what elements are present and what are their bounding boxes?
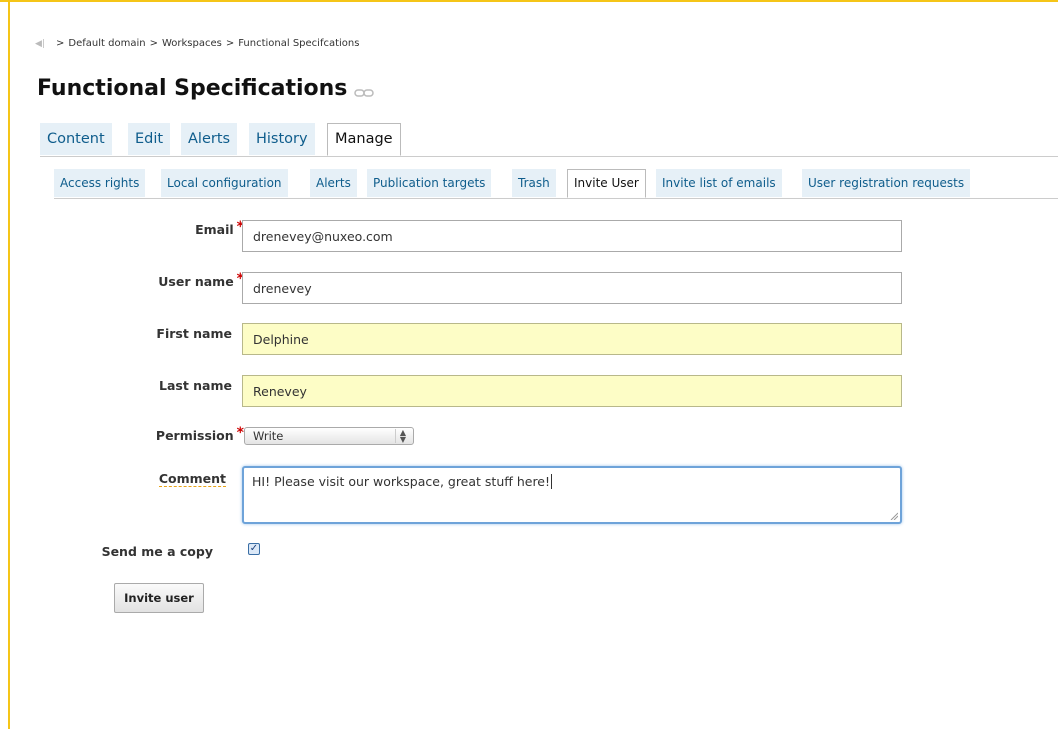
subtab-publication-targets[interactable]: Publication targets [367,169,492,197]
breadcrumb-separator: > [225,38,235,49]
tab-history[interactable]: History [249,123,315,155]
subtab-user-registration-requests[interactable]: User registration requests [802,169,971,197]
tab-edit[interactable]: Edit [128,123,171,155]
tab-alerts[interactable]: Alerts [181,123,238,155]
comment-text: HI! Please visit our workspace, great st… [252,474,551,489]
breadcrumb: ◀| > Default domain > Workspaces > Funct… [35,38,359,49]
sub-tabs: Access rights Local configuration Alerts… [54,169,1058,199]
required-marker: * [236,425,244,441]
permalink-icon[interactable] [354,88,375,98]
page: ◀| > Default domain > Workspaces > Funct… [10,2,1058,729]
tab-content[interactable]: Content [40,123,112,155]
permission-select[interactable]: Write ▲ ▼ [244,427,414,445]
text-cursor [551,474,553,489]
permission-selected-value: Write [253,429,284,443]
breadcrumb-item-current[interactable]: Functional Specifcations [238,38,359,49]
lastname-field[interactable] [242,375,902,407]
page-title: Functional Specifications [37,76,348,101]
tab-manage[interactable]: Manage [327,123,401,156]
firstname-label: First name [156,326,232,341]
subtab-invite-list-of-emails[interactable]: Invite list of emails [656,169,782,197]
invite-user-button[interactable]: Invite user [114,583,204,613]
breadcrumb-separator: > [56,38,65,49]
subtab-alerts[interactable]: Alerts [310,169,357,197]
send-copy-checkbox[interactable]: ✓ [248,543,260,555]
username-field[interactable] [242,272,902,304]
subtab-local-configuration[interactable]: Local configuration [161,169,288,197]
comment-label: Comment [158,471,226,487]
breadcrumb-item-workspaces[interactable]: Workspaces [162,38,222,49]
subtab-trash[interactable]: Trash [512,169,556,197]
comment-textarea[interactable]: HI! Please visit our workspace, great st… [242,466,902,524]
select-arrows-icon: ▲ ▼ [395,429,410,444]
email-field[interactable] [242,220,902,252]
send-copy-label: Send me a copy [101,544,213,559]
subtab-access-rights[interactable]: Access rights [54,169,146,197]
title-row: Functional Specifications [37,76,375,101]
home-icon[interactable]: ◀| [35,39,47,49]
subtab-invite-user[interactable]: Invite User [567,169,646,198]
breadcrumb-item-domain[interactable]: Default domain [68,38,145,49]
email-label: Email * [195,219,244,237]
resize-grip-icon[interactable] [890,512,898,520]
main-tabs: Content Edit Alerts History Manage [40,123,1058,157]
lastname-label: Last name [158,378,232,393]
firstname-field[interactable] [242,323,902,355]
username-label: User name * [158,271,244,289]
breadcrumb-separator: > [149,38,158,49]
permission-label: Permission * [155,425,244,443]
